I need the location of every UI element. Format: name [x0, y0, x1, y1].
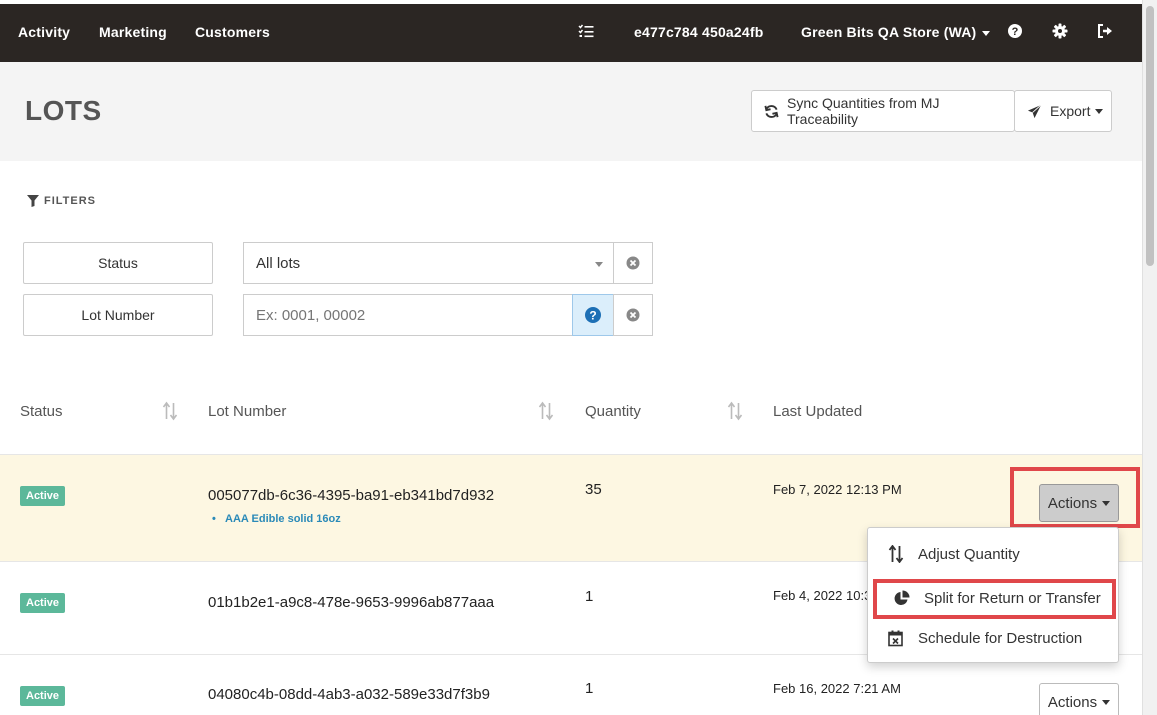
quantity: 1	[585, 588, 594, 605]
status-select[interactable]: All lots	[243, 242, 614, 284]
lot-number-filter-button[interactable]: Lot Number	[23, 294, 213, 336]
column-header-status[interactable]: Status	[20, 403, 63, 420]
sort-icon[interactable]	[162, 401, 178, 421]
lot-number: 01b1b2e1-a9c8-478e-9653-9996ab877aaa	[208, 594, 495, 611]
lot-number-input[interactable]	[243, 294, 573, 336]
menu-item-adjust-quantity[interactable]: Adjust Quantity	[888, 545, 1020, 563]
vertical-scrollbar[interactable]	[1142, 0, 1157, 715]
clear-icon	[626, 308, 640, 322]
sort-icon[interactable]	[538, 401, 554, 421]
checklist-icon[interactable]	[578, 23, 596, 41]
product-link[interactable]: • AAA Edible solid 16oz	[212, 513, 341, 525]
last-updated: Feb 7, 2022 12:13 PM	[773, 482, 902, 497]
nav-customers[interactable]: Customers	[195, 24, 270, 40]
export-button[interactable]: Export	[1014, 90, 1112, 132]
actions-button[interactable]: Actions	[1039, 683, 1119, 715]
chevron-down-icon	[982, 30, 991, 36]
export-label: Export	[1050, 103, 1091, 119]
product-name: AAA Edible solid 16oz	[225, 513, 341, 525]
chevron-down-icon	[1095, 108, 1104, 114]
nav-marketing[interactable]: Marketing	[99, 24, 167, 40]
quantity: 1	[585, 680, 594, 697]
svg-text:?: ?	[589, 309, 596, 323]
lot-number: 005077db-6c36-4395-ba91-eb341bd7d932	[208, 487, 495, 504]
gear-icon[interactable]	[1052, 23, 1070, 41]
help-icon[interactable]: ?	[1007, 23, 1025, 41]
question-icon: ?	[585, 307, 601, 323]
last-updated: Feb 4, 2022 10:3	[773, 588, 872, 603]
sort-icon[interactable]	[727, 401, 743, 421]
split-highlight-box	[873, 579, 1116, 619]
clear-status-button[interactable]	[613, 242, 653, 284]
scrollbar-thumb[interactable]	[1146, 6, 1154, 266]
session-id: e477c784 450a24fb	[634, 24, 764, 40]
page-title: LOTS	[25, 95, 102, 126]
clear-lot-number-button[interactable]	[613, 294, 653, 336]
column-header-lot-number[interactable]: Lot Number	[208, 403, 286, 420]
calendar-x-icon	[888, 630, 903, 647]
menu-item-schedule-destruction[interactable]: Schedule for Destruction	[888, 630, 1082, 647]
filter-icon	[27, 195, 39, 207]
actions-highlight-box	[1010, 467, 1140, 528]
sync-quantities-button[interactable]: Sync Quantities from MJ Traceability	[751, 90, 1015, 132]
logout-icon[interactable]	[1097, 23, 1115, 41]
filters-heading: FILTERS	[27, 195, 96, 207]
column-header-quantity[interactable]: Quantity	[585, 403, 641, 420]
chevron-down-icon	[595, 262, 603, 267]
nav-activity[interactable]: Activity	[18, 24, 70, 40]
store-selector[interactable]: Green Bits QA Store (WA)	[801, 24, 991, 40]
status-filter-button[interactable]: Status	[23, 242, 213, 284]
actions-label: Actions	[1047, 693, 1098, 711]
status-badge: Active	[20, 686, 66, 706]
status-badge: Active	[20, 486, 66, 506]
status-select-value: All lots	[256, 254, 301, 272]
chevron-down-icon	[1102, 699, 1111, 705]
lot-number: 04080c4b-08dd-4ab3-a032-589e33d7f3b9	[208, 686, 490, 703]
menu-item-label: Adjust Quantity	[918, 545, 1020, 563]
quantity: 35	[585, 481, 602, 498]
top-nav: Activity Marketing Customers e477c784 45…	[0, 4, 1142, 62]
lot-number-help-button[interactable]: ?	[572, 294, 614, 336]
table-row[interactable]: Active 04080c4b-08dd-4ab3-a032-589e33d7f…	[0, 654, 1142, 715]
svg-text:?: ?	[1012, 26, 1019, 38]
app-window: Activity Marketing Customers e477c784 45…	[0, 0, 1142, 715]
up-down-arrows-icon	[888, 545, 904, 563]
sync-label: Sync Quantities from MJ Traceability	[786, 95, 940, 127]
store-name: Green Bits QA Store (WA)	[801, 24, 977, 40]
filters-label: FILTERS	[44, 195, 97, 207]
paper-plane-icon	[1027, 104, 1042, 118]
column-header-last-updated[interactable]: Last Updated	[773, 403, 862, 420]
status-badge: Active	[20, 593, 66, 613]
clear-icon	[626, 256, 640, 270]
last-updated: Feb 16, 2022 7:21 AM	[773, 681, 901, 696]
menu-item-label: Schedule for Destruction	[918, 630, 1083, 647]
sync-icon	[764, 104, 779, 118]
